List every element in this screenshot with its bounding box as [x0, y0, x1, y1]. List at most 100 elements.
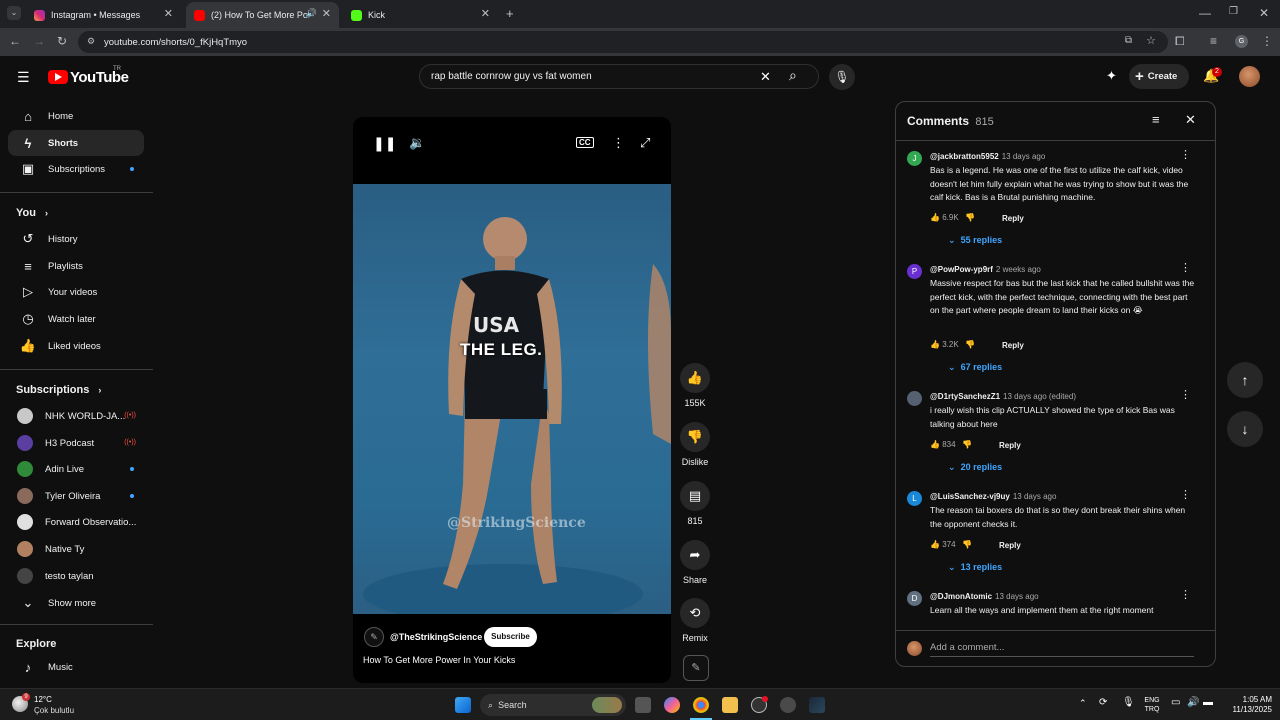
reload-icon[interactable]: ↻	[57, 34, 67, 48]
reply-button[interactable]: Reply	[1002, 214, 1024, 223]
restore-icon[interactable]: ❐	[1229, 6, 1238, 17]
search-input[interactable]: rap battle cornrow guy vs fat women	[431, 71, 592, 82]
next-short-button[interactable]: ↓	[1227, 411, 1263, 447]
reply-button[interactable]: Reply	[999, 541, 1021, 550]
tray-overflow-icon[interactable]: ⌃	[1079, 698, 1087, 709]
thumbs-up-icon[interactable]: 👍	[930, 540, 940, 549]
ai-sparkle-icon[interactable]: ✦	[1106, 68, 1117, 84]
close-comments-icon[interactable]: ✕	[1185, 112, 1196, 128]
sidebar-item-watch-later[interactable]: ◷ Watch later	[8, 306, 144, 332]
channel-name[interactable]: @TheStrikingScience	[390, 632, 482, 642]
extensions-icon[interactable]: ⧠	[1175, 34, 1185, 49]
subscribe-button[interactable]: Subscribe	[484, 627, 537, 647]
thumbs-down-icon[interactable]: 👎	[962, 540, 972, 549]
share-button[interactable]: ➦	[680, 540, 710, 570]
view-replies-button[interactable]: ⌄ 67 replies	[948, 362, 1002, 373]
weather-temp[interactable]: 12°C	[34, 695, 52, 704]
chrome-icon[interactable]	[693, 697, 709, 713]
thumbs-down-icon[interactable]: 👎	[962, 440, 972, 449]
thumbs-up-icon[interactable]: 👍	[930, 340, 940, 349]
comment-menu-icon[interactable]: ⋮	[1180, 148, 1191, 161]
clock[interactable]: 1:05 AM 11/13/2025	[1222, 695, 1272, 715]
url-bar[interactable]: ⚙ youtube.com/shorts/0_fKjHqTmyo ⧉ ☆	[78, 31, 1168, 53]
comment-time[interactable]: 2 weeks ago	[996, 265, 1041, 274]
search-bar[interactable]: rap battle cornrow guy vs fat women ✕	[419, 64, 819, 89]
forward-icon[interactable]: →	[33, 34, 45, 48]
windows-start-icon[interactable]	[455, 697, 471, 713]
new-tab-icon[interactable]: +	[506, 6, 514, 21]
voice-search-icon[interactable]: 🎙	[829, 64, 855, 90]
remix-button[interactable]: ⟲	[680, 598, 710, 628]
channel-avatar[interactable]: ✎	[364, 627, 384, 647]
comment-menu-icon[interactable]: ⋮	[1180, 261, 1191, 274]
search-icon[interactable]: ⌕	[789, 67, 797, 84]
language-indicator[interactable]: ENG TRQ	[1141, 696, 1163, 714]
clear-search-icon[interactable]: ✕	[760, 69, 771, 85]
subscriptions-heading[interactable]: Subscriptions ›	[16, 384, 101, 396]
sidebar-item-shorts[interactable]: ϟ Shorts	[8, 130, 144, 156]
bookmark-star-icon[interactable]: ☆	[1146, 34, 1156, 47]
sidebar-item-liked-videos[interactable]: 👍 Liked videos	[8, 333, 144, 359]
tab-kick[interactable]: Kick ✕	[343, 2, 498, 28]
chrome-menu-icon[interactable]: ⋮	[1261, 34, 1273, 48]
comment-time[interactable]: 13 days ago	[1002, 152, 1046, 161]
close-icon[interactable]: ✕	[322, 7, 331, 20]
video-title[interactable]: How To Get More Power In Your Kicks	[363, 655, 515, 665]
sidebar-item-subscriptions[interactable]: ▣ Subscriptions	[8, 156, 144, 182]
sidebar-item-playlists[interactable]: ≡ Playlists	[8, 253, 144, 279]
close-icon[interactable]: ✕	[164, 7, 173, 20]
taskbar-search[interactable]: ⌕ Search	[480, 694, 626, 716]
add-comment-input[interactable]: Add a comment...	[930, 642, 1004, 653]
captions-icon[interactable]: CC	[576, 137, 594, 148]
account-avatar[interactable]	[1239, 66, 1260, 87]
close-icon[interactable]: ✕	[481, 7, 490, 20]
settings-gear-icon[interactable]	[780, 697, 796, 713]
commenter-avatar[interactable]: D	[907, 591, 922, 606]
tab-search-icon[interactable]: ⌄	[7, 6, 21, 20]
sidebar-sub-native-ty[interactable]: Native Ty	[8, 536, 144, 562]
speaker-icon[interactable]: 🔊	[1187, 697, 1199, 708]
sidebar-item-music[interactable]: ♪ Music	[8, 654, 144, 680]
sidebar-item-your-videos[interactable]: ▷ Your videos	[8, 279, 144, 305]
sidebar-item-home[interactable]: ⌂ Home	[8, 103, 144, 129]
sidebar-sub-nhk-world[interactable]: NHK WORLD-JA... ((•))	[8, 403, 144, 429]
thumbs-up-icon[interactable]: 👍	[930, 213, 940, 222]
previous-short-button[interactable]: ↑	[1227, 362, 1263, 398]
like-button[interactable]: 👍	[680, 363, 710, 393]
view-replies-button[interactable]: ⌄ 55 replies	[948, 235, 1002, 246]
commenter-avatar[interactable]	[907, 391, 922, 406]
create-button[interactable]: + Create	[1129, 64, 1189, 89]
comment-author[interactable]: @DJmonAtomic	[930, 592, 992, 601]
comment-menu-icon[interactable]: ⋮	[1180, 388, 1191, 401]
comment-time[interactable]: 13 days ago	[1013, 492, 1057, 501]
sidebar-sub-h3-podcast[interactable]: H3 Podcast ((•))	[8, 430, 144, 456]
tab-youtube[interactable]: (2) How To Get More Power 🔊 ✕	[186, 2, 339, 28]
window-close-icon[interactable]: ✕	[1259, 6, 1269, 20]
weather-text[interactable]: Çok bulutlu	[34, 706, 74, 715]
video-frame[interactable]: USA	[353, 184, 671, 624]
fullscreen-icon[interactable]: ⤢	[640, 135, 650, 151]
file-explorer-icon[interactable]	[722, 697, 738, 713]
volume-icon[interactable]: 🔉	[409, 135, 425, 151]
view-replies-button[interactable]: ⌄ 20 replies	[948, 462, 1002, 473]
comment-author[interactable]: @PowPow-yp9rf	[930, 265, 993, 274]
thumbs-down-icon[interactable]: 👎	[965, 213, 975, 222]
comment-author[interactable]: @D1rtySanchezZ1	[930, 392, 1000, 401]
sort-icon[interactable]: ≡	[1152, 112, 1160, 127]
thumbs-up-icon[interactable]: 👍	[930, 440, 940, 449]
media-control-icon[interactable]: ≡	[1210, 34, 1217, 48]
shorts-player[interactable]: USA THE LEG. @StrikingScience ❚❚ 🔉 CC ⋮ …	[353, 117, 671, 683]
reply-button[interactable]: Reply	[999, 441, 1021, 450]
sidebar-sub-tyler-oliveira[interactable]: Tyler Oliveira	[8, 483, 144, 509]
sidebar-sub-adin-live[interactable]: Adin Live	[8, 456, 144, 482]
sidebar-sub-testo-taylan[interactable]: testo taylan	[8, 563, 144, 589]
audio-source-thumbnail[interactable]: ✎	[683, 655, 709, 681]
comment-menu-icon[interactable]: ⋮	[1180, 588, 1191, 601]
commenter-avatar[interactable]: L	[907, 491, 922, 506]
copilot-icon[interactable]	[664, 697, 680, 713]
comment-author[interactable]: @LuisSanchez-vj9uy	[930, 492, 1010, 501]
show-more-button[interactable]: ⌄ Show more	[8, 590, 144, 616]
comment-time[interactable]: 13 days ago (edited)	[1003, 392, 1076, 401]
microphone-icon[interactable]: 🎙	[1122, 697, 1135, 708]
sync-icon[interactable]: ⟳	[1099, 697, 1107, 708]
